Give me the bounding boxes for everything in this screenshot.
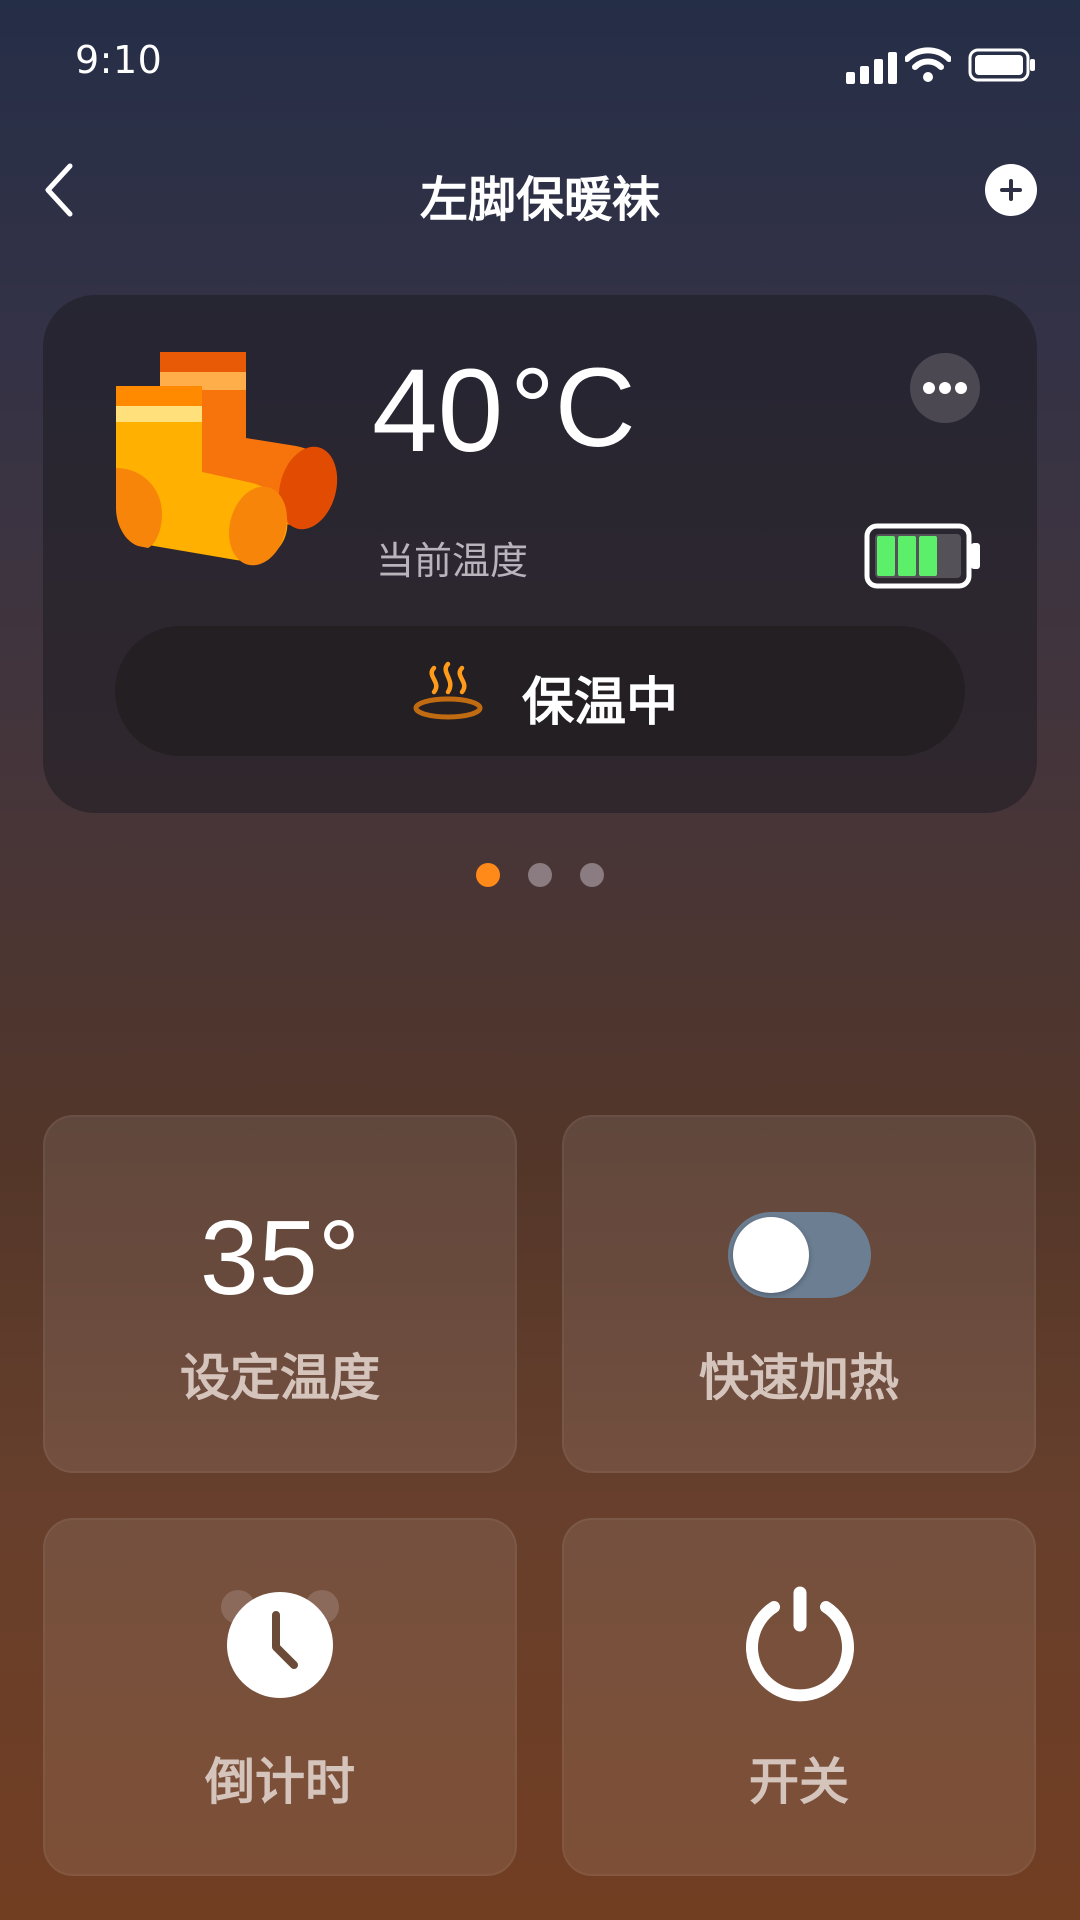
timer-label: 倒计时 <box>205 1753 355 1811</box>
battery-cell <box>898 536 916 576</box>
page-title: 左脚保暖袜 <box>419 172 660 228</box>
set-temperature-value: 35° <box>199 1199 361 1317</box>
alarm-clock-icon <box>221 1590 339 1698</box>
status-time: 9:10 <box>75 38 163 82</box>
device-battery-icon <box>864 523 980 589</box>
power-label: 开关 <box>749 1753 849 1811</box>
sock-icon <box>116 352 338 566</box>
page-dot-1[interactable] <box>476 863 500 887</box>
battery-cell <box>877 536 895 576</box>
battery-cell <box>919 536 937 576</box>
battery-icon <box>968 48 1035 82</box>
current-temperature: 40 <box>372 345 504 477</box>
page-dot-2[interactable] <box>528 863 552 887</box>
power-icon <box>746 1586 854 1702</box>
quick-heat-toggle[interactable] <box>728 1212 871 1298</box>
quick-heat-label: 快速加热 <box>699 1349 899 1407</box>
temperature-unit: °C <box>510 345 636 470</box>
page-dot-3[interactable] <box>580 863 604 887</box>
current-temperature-label: 当前温度 <box>376 539 529 583</box>
status-label: 保温中 <box>522 673 679 733</box>
more-button[interactable] <box>910 353 980 423</box>
set-temperature-label: 设定温度 <box>180 1349 380 1407</box>
add-button[interactable] <box>985 164 1037 216</box>
steam-icon <box>413 661 483 720</box>
signal-icon <box>846 50 898 84</box>
toggle-knob <box>733 1217 809 1293</box>
wifi-icon <box>905 47 951 82</box>
